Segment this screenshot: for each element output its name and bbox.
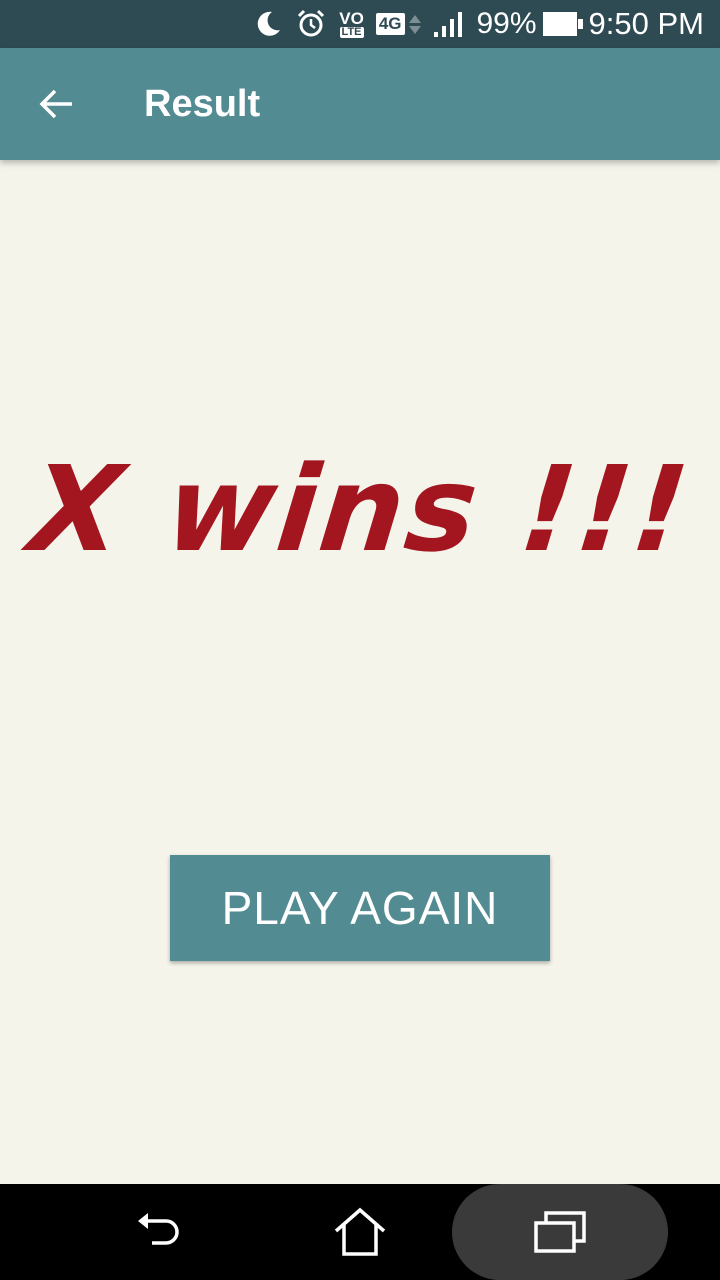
volte-icon: VO LTE: [339, 10, 364, 38]
data-activity-icon: [408, 14, 421, 34]
alarm-icon: [295, 8, 327, 40]
status-bar: VO LTE 4G 99% 9:50 PM: [0, 0, 720, 48]
page-title: Result: [144, 82, 261, 125]
moon-icon: [253, 9, 283, 39]
4g-icon: 4G: [375, 13, 421, 35]
lte-label: LTE: [339, 26, 364, 38]
signal-icon: [433, 10, 465, 38]
clock: 9:50 PM: [588, 6, 704, 41]
battery-icon: [542, 12, 583, 36]
nav-back-icon: [138, 1213, 179, 1245]
volte-label: VO: [339, 9, 364, 28]
network-type: 4G: [375, 13, 405, 35]
arrow-back-icon: [39, 89, 72, 119]
nav-recents-button[interactable]: [452, 1184, 668, 1280]
nav-home-button[interactable]: [310, 1184, 410, 1280]
nav-recents-icon: [534, 1211, 586, 1253]
nav-back-button[interactable]: [110, 1184, 210, 1280]
play-again-button[interactable]: PLAY AGAIN: [170, 855, 550, 961]
result-text: X wins !!!: [23, 440, 697, 578]
navigation-bar: [0, 1184, 720, 1280]
battery-percent: 99%: [476, 7, 537, 40]
nav-home-icon: [334, 1207, 386, 1256]
back-button[interactable]: [0, 48, 112, 160]
app-bar: Result: [0, 48, 720, 160]
